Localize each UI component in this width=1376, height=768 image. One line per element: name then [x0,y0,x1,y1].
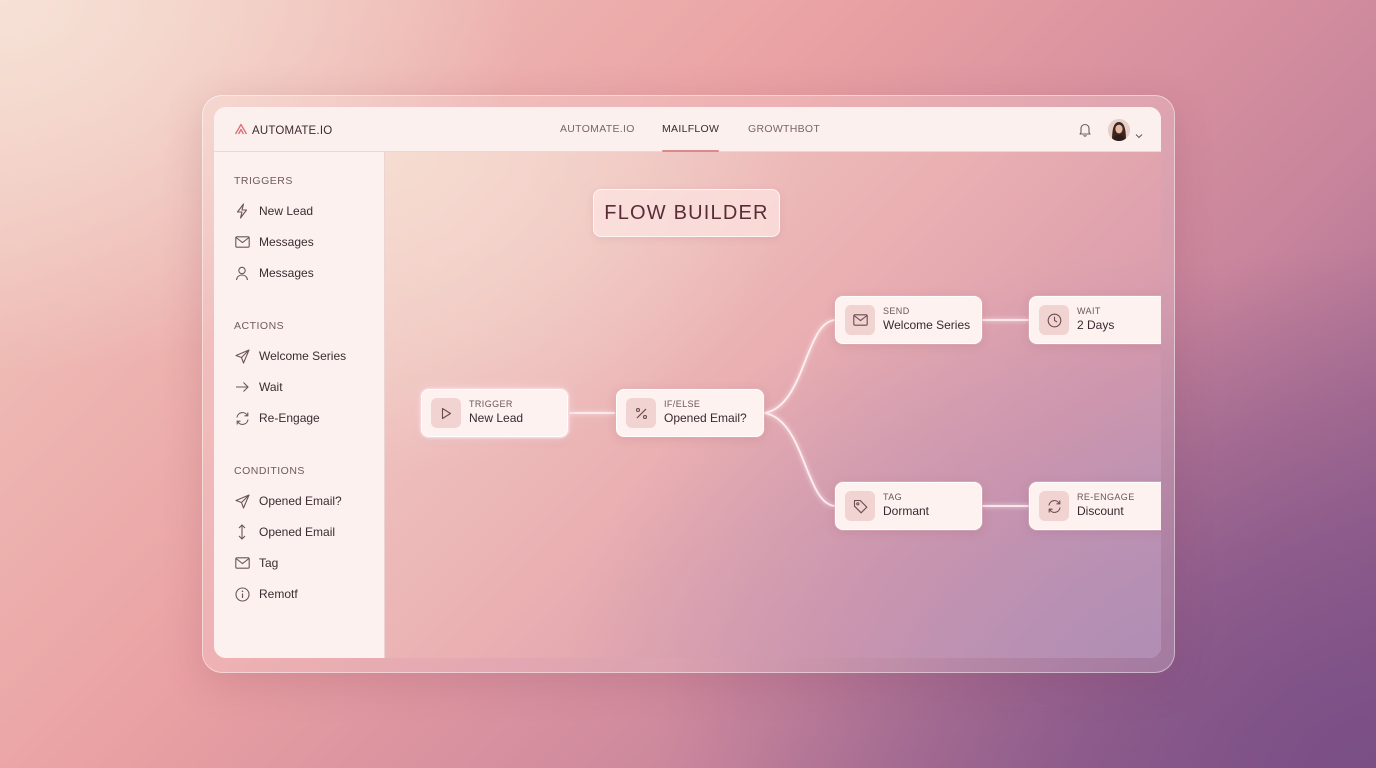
node-send-welcome-series[interactable]: SEND Welcome Series [835,296,982,344]
bell-icon[interactable] [1078,122,1092,142]
section-title-triggers: TRIGGERS [234,175,293,187]
clock-icon [1039,305,1069,335]
node-kind: SEND [883,306,910,316]
node-label: Welcome Series [883,318,971,332]
node-kind: TRIGGER [469,399,513,409]
top-header: AUTOMATE.IO AUTOMATE.IO MAILFLOW GROWTHB… [214,107,1161,152]
avatar[interactable] [1108,119,1130,141]
sidebar-item-opened-email-question[interactable]: Opened Email? [234,491,342,511]
sidebar-item-re-engage[interactable]: Re-Engage [234,408,320,428]
percent-icon [626,398,656,428]
node-label: Dormant [883,504,930,518]
refresh-icon [1039,491,1069,521]
sidebar-item-wait[interactable]: Wait [234,377,283,397]
sidebar-item-label: Opened Email [259,525,336,539]
sidebar-item-label: Welcome Series [259,349,347,363]
node-kind: WAIT [1077,306,1101,316]
sidebar-item-label: Re-Engage [259,411,320,425]
arrow-up-down-icon [234,524,250,540]
node-trigger-new-lead[interactable]: TRIGGER New Lead [421,389,568,437]
node-wait-2-days[interactable]: WAIT 2 Days [1029,296,1161,344]
sidebar-item-label: Tag [259,556,279,570]
brand-name: AUTOMATE.IO [252,125,333,137]
tab-automate-io[interactable]: AUTOMATE.IO [560,123,635,151]
arrow-right-icon [234,379,250,395]
flow-canvas[interactable]: FLOW BUILDER TRIGGER New Lead IF/ELSE Op… [385,152,1161,658]
node-kind: TAG [883,492,903,502]
section-title-conditions: CONDITIONS [234,465,305,477]
lightning-icon [234,203,250,219]
send-icon [234,493,250,509]
app-window: AUTOMATE.IO AUTOMATE.IO MAILFLOW GROWTHB… [214,107,1161,658]
node-label: Discount [1077,504,1124,518]
sidebar-item-opened-email[interactable]: Opened Email [234,522,335,542]
node-label: Opened Email? [664,411,747,425]
user-icon [234,265,250,281]
refresh-icon [234,410,250,426]
tag-icon [845,491,875,521]
send-icon [234,348,250,364]
sidebar-item-messages-user[interactable]: Messages [234,263,314,283]
logo-icon [234,122,248,140]
sidebar-item-label: Messages [259,266,314,280]
sidebar-item-label: New Lead [259,204,314,218]
sidebar-item-label: Remotf [259,587,298,601]
node-kind: IF/ELSE [664,399,701,409]
node-label: New Lead [469,411,524,425]
node-label: 2 Days [1077,318,1115,332]
sidebar-item-label: Messages [259,235,314,249]
node-ifelse-opened-email[interactable]: IF/ELSE Opened Email? [616,389,764,437]
sidebar-item-welcome-series[interactable]: Welcome Series [234,346,346,366]
play-icon [431,398,461,428]
mail-icon [234,234,250,250]
connector-ifelse-tag [763,412,836,507]
mail-icon [845,305,875,335]
info-icon [234,586,250,602]
node-tag-dormant[interactable]: TAG Dormant [835,482,982,530]
connector-ifelse-send [763,319,836,414]
chevron-down-icon[interactable] [1135,126,1143,144]
sidebar-item-label: Opened Email? [259,494,342,508]
sidebar: TRIGGERS New Lead Messages Messages ACTI… [214,152,385,658]
sidebar-item-label: Wait [259,380,283,394]
node-kind: RE-ENGAGE [1077,492,1135,502]
sidebar-item-messages[interactable]: Messages [234,232,314,252]
sidebar-item-remotf[interactable]: Remotf [234,584,298,604]
sidebar-item-new-lead[interactable]: New Lead [234,201,313,221]
sidebar-item-tag[interactable]: Tag [234,553,278,573]
node-re-engage-discount[interactable]: RE-ENGAGE Discount [1029,482,1161,530]
tab-mailflow[interactable]: MAILFLOW [662,123,720,152]
section-title-actions: ACTIONS [234,320,285,332]
mail-icon [234,555,250,571]
flow-builder-title: FLOW BUILDER [593,189,780,237]
brand-logo[interactable]: AUTOMATE.IO [234,122,332,140]
tab-growthbot[interactable]: GROWTHBOT [748,123,820,151]
